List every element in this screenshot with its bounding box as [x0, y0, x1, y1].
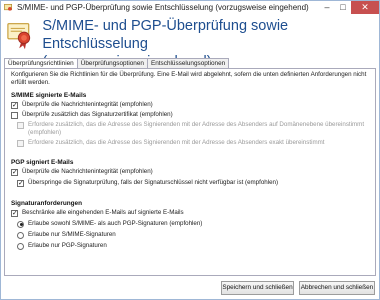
dialog-window: S/MIME- und PGP-Überprüfung sowie Entsch… — [0, 0, 380, 300]
button-bar: Speichern und schließen Abbrechen und sc… — [221, 281, 375, 295]
allow-pgp-radio[interactable] — [17, 242, 24, 250]
allow-both-option[interactable]: Erlaube sowohl S/MIME- als auch PGP-Sign… — [17, 220, 202, 228]
allow-smime-label: Erlaube nur S/MIME-Signaturen — [28, 231, 116, 238]
smime-domain-match-checkbox[interactable] — [17, 121, 24, 129]
requirements-heading: Signaturanforderungen — [11, 200, 83, 207]
smime-exact-match-checkbox[interactable] — [17, 139, 24, 147]
restrict-signed-checkbox[interactable]: ✓ — [11, 209, 18, 217]
certificate-seal-icon — [7, 23, 31, 50]
restrict-signed-option[interactable]: ✓ Beschränke alle eingehenden E-Mails au… — [11, 209, 184, 217]
dialog-header: S/MIME- und PGP-Überprüfung sowie Entsch… — [1, 14, 379, 70]
cancel-and-close-button[interactable]: Abbrechen und schließen — [299, 281, 375, 295]
save-and-close-button[interactable]: Speichern und schließen — [221, 281, 294, 295]
allow-smime-radio[interactable] — [17, 231, 24, 239]
close-window-button[interactable]: ✕ — [351, 1, 379, 14]
smime-integrity-checkbox[interactable]: ✓ — [11, 101, 18, 109]
tab-panel: Konfigurieren Sie die Richtlinien für di… — [4, 68, 376, 276]
app-icon — [4, 3, 13, 11]
allow-both-label: Erlaube sowohl S/MIME- als auch PGP-Sign… — [28, 220, 203, 227]
smime-exact-match-label: Erfordere zusätzlich, das die Adresse de… — [28, 139, 325, 146]
smime-integrity-option[interactable]: ✓ Überprüfe die Nachrichtenintegrität (e… — [11, 101, 153, 109]
window-title: S/MIME- und PGP-Überprüfung sowie Entsch… — [17, 3, 309, 12]
pgp-integrity-option[interactable]: ✓ Überprüfe die Nachrichtenintegrität (e… — [11, 168, 153, 176]
minimize-button[interactable]: – — [319, 1, 335, 14]
allow-pgp-label: Erlaube nur PGP-Signaturen — [28, 242, 107, 249]
smime-heading: S/MIME signierte E-Mails — [11, 92, 87, 99]
smime-certificate-option[interactable]: Überprüfe zusätzlich das Signaturzertifi… — [11, 111, 173, 119]
pgp-skip-checkbox[interactable]: ✓ — [17, 179, 24, 187]
smime-exact-match-option[interactable]: Erfordere zusätzlich, das die Adresse de… — [17, 139, 324, 147]
smime-domain-match-label: Erfordere zusätzlich, das die Adresse de… — [28, 121, 365, 136]
allow-smime-option[interactable]: Erlaube nur S/MIME-Signaturen — [17, 231, 116, 239]
pgp-integrity-checkbox[interactable]: ✓ — [11, 168, 18, 176]
allow-pgp-option[interactable]: Erlaube nur PGP-Signaturen — [17, 242, 107, 250]
intro-text: Konfigurieren Sie die Richtlinien für di… — [11, 71, 367, 86]
smime-integrity-label: Überprüfe die Nachrichtenintegrität (emp… — [22, 101, 153, 108]
allow-both-radio[interactable] — [17, 220, 24, 228]
pgp-heading: PGP signiert E-Mails — [11, 159, 74, 166]
pgp-integrity-label: Überprüfe die Nachrichtenintegrität (emp… — [22, 168, 153, 175]
pgp-skip-option[interactable]: ✓ Überspringe die Signaturprüfung, falls… — [17, 179, 278, 187]
smime-certificate-label: Überprüfe zusätzlich das Signaturzertifi… — [22, 111, 173, 118]
restrict-signed-label: Beschränke alle eingehenden E-Mails auf … — [22, 209, 184, 216]
maximize-button[interactable]: □ — [335, 1, 351, 14]
heading-line-1: S/MIME- und PGP-Überprüfung sowie Entsch… — [42, 18, 289, 52]
smime-domain-match-option[interactable]: Erfordere zusätzlich, das die Adresse de… — [17, 121, 373, 137]
title-bar: S/MIME- und PGP-Überprüfung sowie Entsch… — [1, 1, 379, 14]
smime-certificate-checkbox[interactable] — [11, 111, 18, 119]
pgp-skip-label: Überspringe die Signaturprüfung, falls d… — [28, 179, 279, 186]
